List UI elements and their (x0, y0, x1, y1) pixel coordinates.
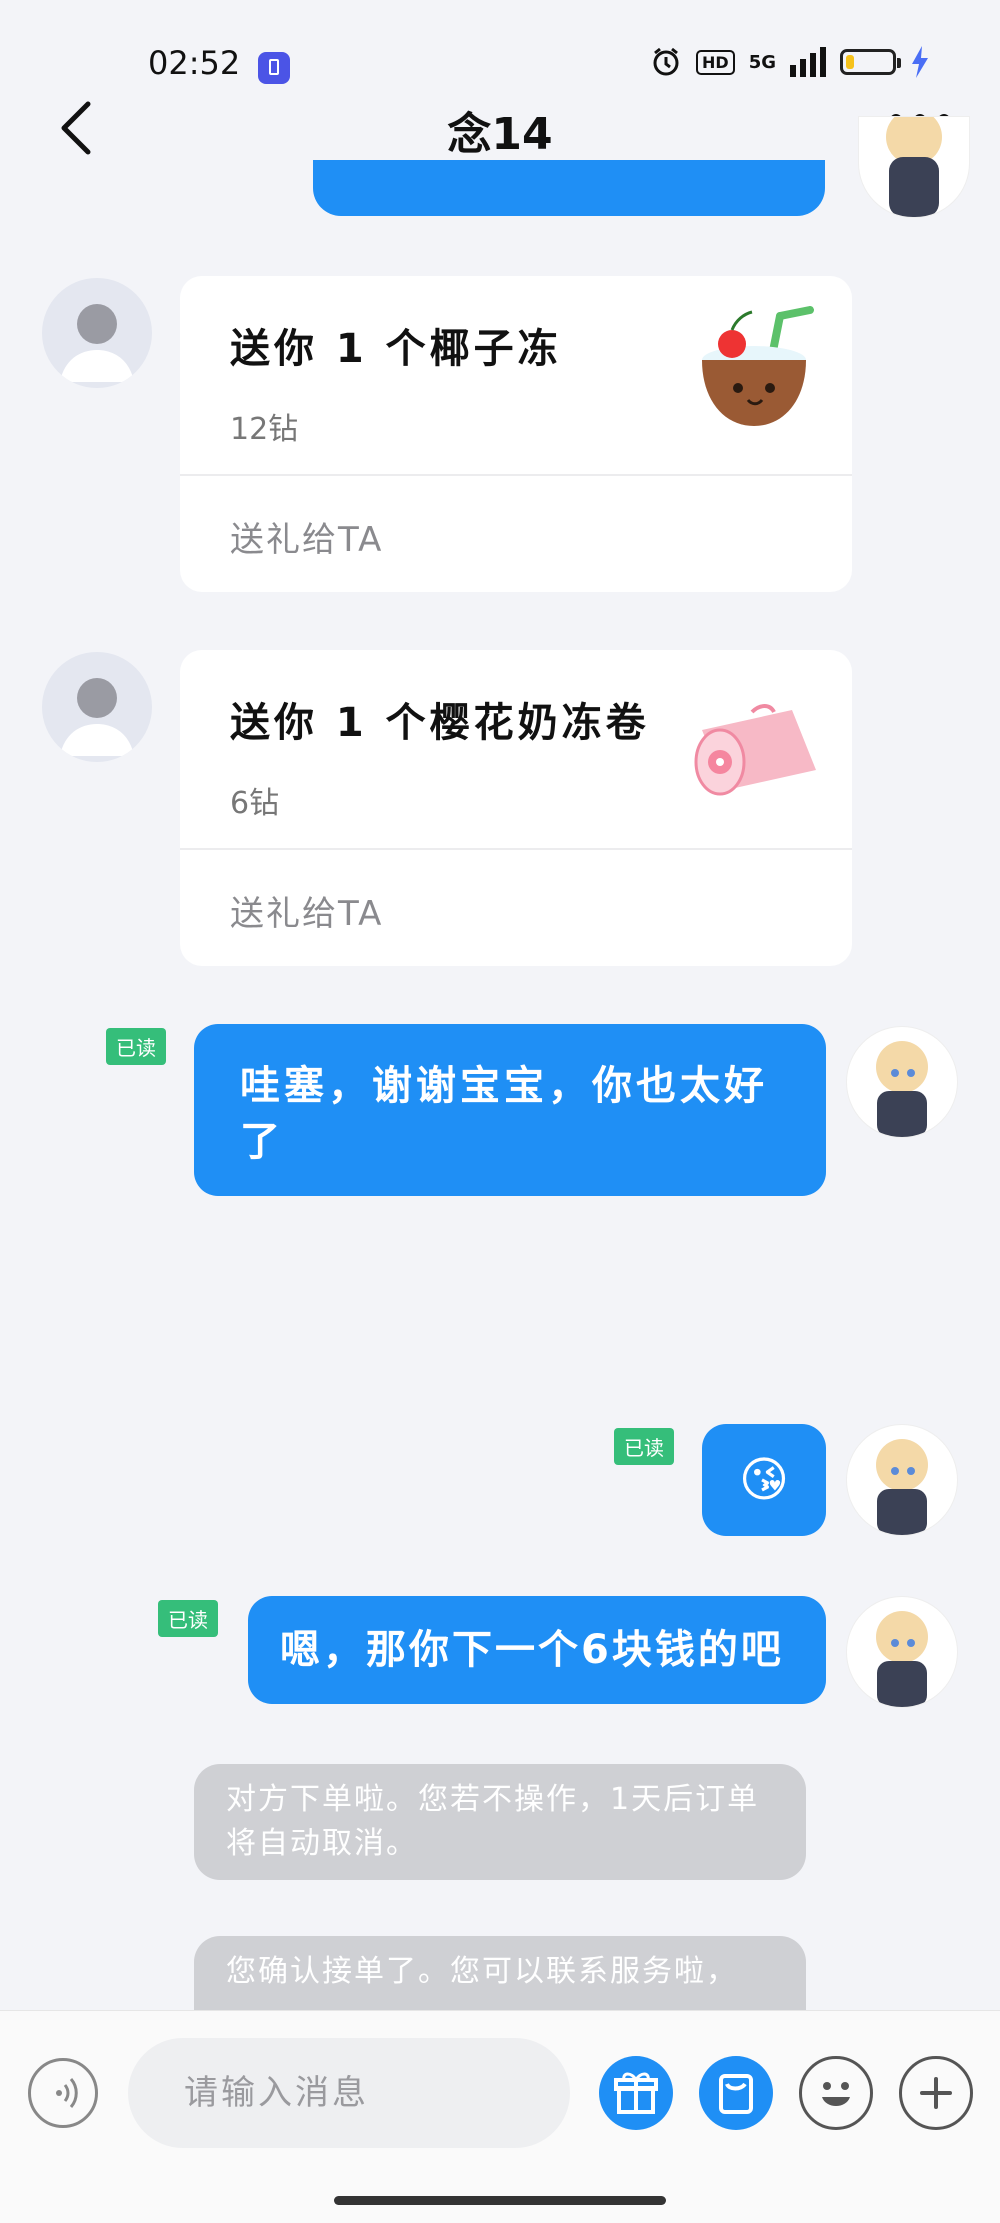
partner-avatar[interactable] (42, 652, 152, 762)
gift-price: 12钻 (230, 412, 299, 447)
app-notification-icon (258, 52, 290, 84)
alarm-icon (653, 47, 679, 76)
gift-button[interactable] (599, 2056, 673, 2130)
signal-icon (790, 47, 826, 77)
message-bubble[interactable]: 😘 (702, 1424, 826, 1536)
my-avatar[interactable] (846, 1026, 958, 1138)
gift-card[interactable]: 送你 1 个樱花奶冻卷 6钻 送礼给TA (180, 650, 852, 966)
charging-icon (912, 46, 928, 78)
order-button[interactable] (699, 2056, 773, 2130)
partner-avatar[interactable] (42, 278, 152, 388)
send-gift-button[interactable]: 送礼给TA (230, 512, 383, 561)
gift-card[interactable]: 送你 1 个椰子冻 12钻 送礼给TA (180, 276, 852, 592)
divider (180, 474, 852, 476)
my-avatar[interactable] (846, 1424, 958, 1536)
gift-title: 送你 1 个樱花奶冻卷 (230, 700, 650, 746)
emoji-button[interactable] (799, 2056, 873, 2130)
my-avatar[interactable] (858, 116, 970, 218)
my-avatar[interactable] (846, 1596, 958, 1708)
network-label: 5G (748, 51, 776, 73)
sakura-roll-icon (694, 704, 816, 796)
message-bubble[interactable]: 哇塞，谢谢宝宝，你也太好了 (194, 1024, 826, 1196)
gift-title: 送你 1 个椰子冻 (230, 326, 562, 372)
home-indicator[interactable] (334, 2196, 666, 2205)
send-gift-button[interactable]: 送礼给TA (230, 886, 383, 935)
system-message: 对方下单啦。您若不操作，1天后订单将自动取消。 (194, 1764, 806, 1880)
message-text: 嗯，那你下一个6块钱的吧 (280, 1627, 784, 1673)
voice-input-button[interactable] (28, 2058, 98, 2128)
system-message-text: 对方下单啦。您若不操作，1天后订单将自动取消。 (226, 1782, 760, 1861)
status-time: 02:52 (148, 44, 241, 82)
more-actions-button[interactable] (899, 2056, 973, 2130)
gift-icon (614, 2072, 658, 2114)
emoji-kiss: 😘 (738, 1452, 790, 1508)
message-input[interactable]: 请输入消息 (128, 2038, 570, 2148)
status-icons: HD 5G (650, 46, 930, 78)
coconut-jelly-icon (702, 306, 814, 426)
read-status-badge: 已读 (158, 1600, 218, 1637)
divider (180, 848, 852, 850)
order-icon (719, 2074, 753, 2114)
hd-badge: HD (696, 49, 735, 75)
read-status-badge: 已读 (106, 1028, 166, 1065)
smile-icon (822, 2082, 850, 2106)
previous-message-bubble[interactable] (313, 160, 825, 216)
system-message-text: 您确认接单了。您可以联系服务啦， (226, 1954, 738, 1989)
battery-icon (840, 49, 901, 75)
read-status-badge: 已读 (614, 1428, 674, 1465)
message-bubble[interactable]: 嗯，那你下一个6块钱的吧 (248, 1596, 826, 1704)
gift-price: 6钻 (230, 786, 280, 821)
battery-fill (846, 55, 854, 69)
message-text: 哇塞，谢谢宝宝，你也太好了 (240, 1063, 768, 1165)
page-title: 念14 (447, 109, 553, 160)
plus-icon (920, 2077, 952, 2109)
